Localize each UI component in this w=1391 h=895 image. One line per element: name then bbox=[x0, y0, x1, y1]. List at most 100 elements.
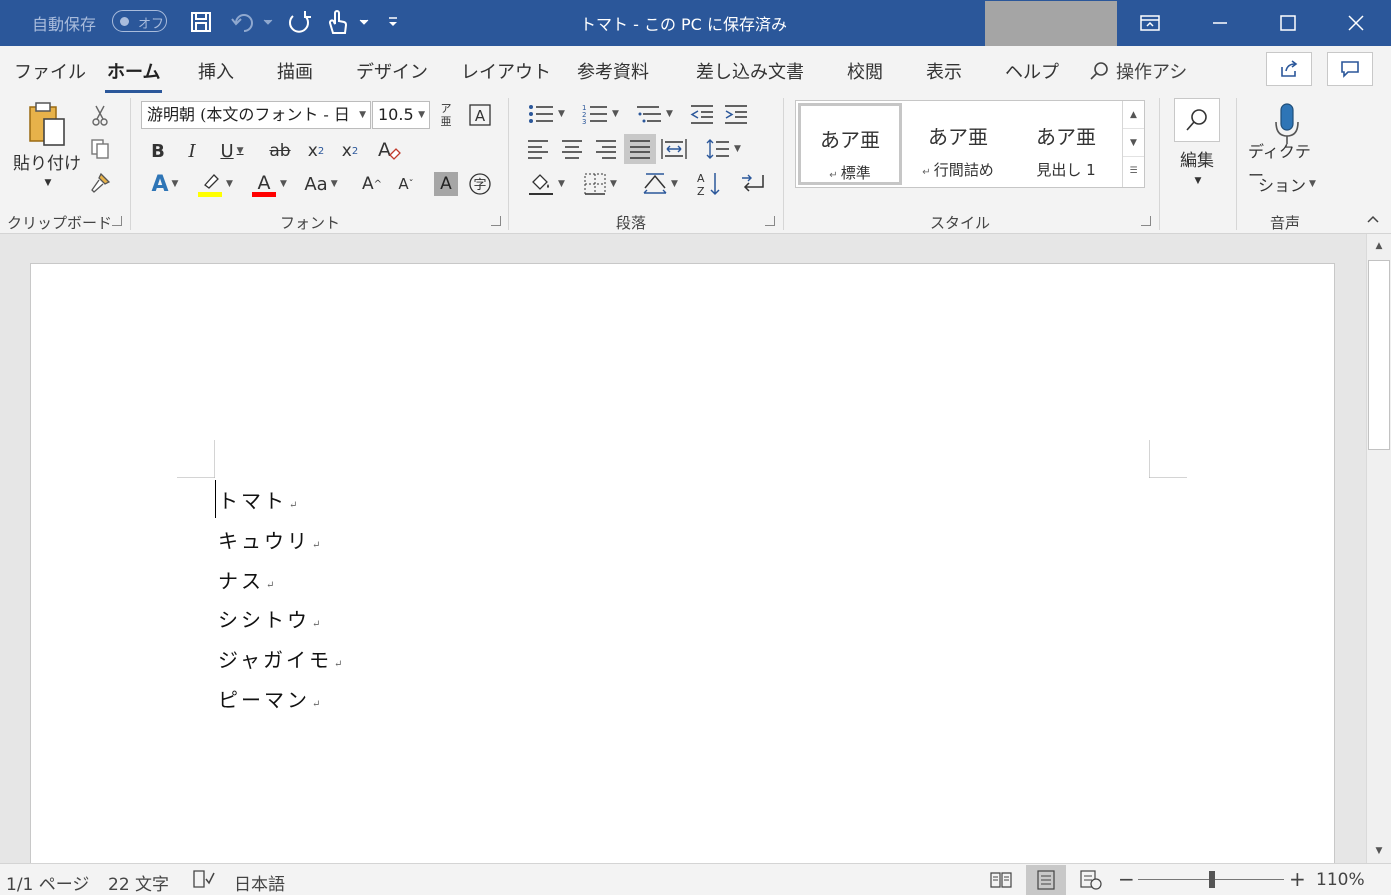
account-area[interactable] bbox=[985, 1, 1117, 46]
subscript-button[interactable]: x2 bbox=[302, 138, 330, 164]
character-shading-icon[interactable]: A bbox=[434, 172, 458, 196]
superscript-button[interactable]: x2 bbox=[336, 138, 364, 164]
font-name-combo[interactable]: 游明朝 (本文のフォント - 日 ▼ bbox=[141, 101, 371, 129]
zoom-level[interactable]: 110% bbox=[1316, 870, 1365, 890]
tab-insert[interactable]: 挿入 bbox=[198, 58, 234, 84]
styles-launcher-icon[interactable] bbox=[1141, 216, 1151, 226]
redo-icon[interactable] bbox=[284, 6, 314, 38]
paste-dropdown-arrow[interactable]: ▼ bbox=[40, 176, 56, 190]
proofing-icon[interactable] bbox=[192, 869, 216, 894]
change-case-button[interactable]: Aa ▼ bbox=[298, 170, 344, 198]
touch-mode-icon[interactable] bbox=[322, 6, 372, 38]
highlight-button[interactable]: ▼ bbox=[192, 170, 238, 198]
phonetic-guide-button[interactable]: ア 亜 bbox=[434, 100, 458, 130]
paste-label[interactable]: 貼り付け bbox=[12, 150, 82, 174]
dictate-label-line2[interactable]: ション ▼ bbox=[1252, 174, 1322, 195]
style-no-spacing[interactable]: あア亜 ↵ 行間詰め bbox=[906, 103, 1010, 185]
shrink-font-button[interactable]: Aˇ bbox=[392, 170, 420, 198]
increase-indent-icon[interactable] bbox=[720, 100, 752, 128]
editing-dropdown-arrow[interactable]: ▼ bbox=[1190, 174, 1206, 188]
clear-formatting-icon[interactable]: A bbox=[374, 136, 404, 164]
show-formatting-marks-icon[interactable] bbox=[736, 170, 770, 198]
minimize-icon[interactable] bbox=[1185, 0, 1255, 46]
asian-layout-button[interactable]: ▼ bbox=[638, 170, 682, 198]
underline-button[interactable]: U ▼ bbox=[212, 138, 252, 164]
line-spacing-button[interactable]: ▼ bbox=[700, 134, 746, 164]
bullets-button[interactable]: ▼ bbox=[522, 100, 570, 128]
borders-button[interactable]: ▼ bbox=[576, 170, 624, 198]
document-line[interactable]: シシトウ ↵ bbox=[218, 604, 320, 633]
share-button[interactable] bbox=[1266, 52, 1312, 86]
scroll-thumb[interactable] bbox=[1368, 260, 1390, 450]
autosave-toggle[interactable]: オフ bbox=[112, 10, 167, 32]
word-count[interactable]: 22 文字 bbox=[108, 870, 169, 895]
ribbon-display-options-icon[interactable] bbox=[1115, 0, 1185, 46]
italic-button[interactable]: I bbox=[180, 138, 204, 164]
tab-layout[interactable]: レイアウト bbox=[461, 58, 551, 84]
sort-icon[interactable]: AZ bbox=[692, 170, 726, 198]
text-effects-button[interactable]: A ▼ bbox=[144, 170, 186, 198]
read-mode-icon[interactable] bbox=[981, 865, 1021, 895]
styles-more-icon[interactable]: ☰ bbox=[1123, 157, 1144, 185]
grow-font-button[interactable]: A ^ bbox=[358, 170, 386, 198]
tab-design[interactable]: デザイン bbox=[356, 58, 428, 84]
customize-qat-icon[interactable] bbox=[384, 6, 402, 38]
tell-me-search[interactable]: 操作アシ bbox=[1088, 58, 1187, 84]
align-right-icon[interactable] bbox=[590, 134, 622, 164]
tab-view[interactable]: 表示 bbox=[926, 58, 962, 84]
zoom-in-icon[interactable]: + bbox=[1289, 867, 1306, 891]
document-line[interactable]: トマト ↵ bbox=[218, 485, 297, 514]
collapse-ribbon-icon[interactable] bbox=[1364, 210, 1382, 228]
document-line[interactable]: キュウリ ↵ bbox=[218, 525, 320, 554]
tab-references[interactable]: 参考資料 bbox=[577, 58, 649, 84]
styles-scroll-up-icon[interactable]: ▲ bbox=[1123, 101, 1144, 129]
justify-icon[interactable] bbox=[624, 134, 656, 164]
web-layout-icon[interactable] bbox=[1071, 865, 1111, 895]
document-line[interactable]: ナス ↵ bbox=[218, 565, 274, 594]
format-painter-icon[interactable] bbox=[86, 170, 114, 196]
zoom-slider-thumb[interactable] bbox=[1209, 871, 1215, 888]
decrease-indent-icon[interactable] bbox=[686, 100, 718, 128]
tab-file[interactable]: ファイル bbox=[14, 58, 86, 84]
font-color-button[interactable]: A ▼ bbox=[246, 170, 292, 198]
print-layout-icon[interactable] bbox=[1026, 865, 1066, 895]
copy-icon[interactable] bbox=[86, 136, 114, 162]
document-line[interactable]: ジャガイモ ↵ bbox=[218, 644, 342, 673]
style-normal[interactable]: あア亜 ↵ 標準 bbox=[798, 103, 902, 185]
paste-icon[interactable] bbox=[20, 100, 76, 148]
editing-label[interactable]: 編集 bbox=[1172, 148, 1222, 171]
character-border-icon[interactable]: A bbox=[466, 102, 494, 128]
enclose-characters-icon[interactable]: 字 bbox=[466, 170, 494, 198]
cut-icon[interactable] bbox=[86, 102, 114, 128]
styles-scroll-down-icon[interactable]: ▼ bbox=[1123, 129, 1144, 157]
vertical-scrollbar[interactable]: ▲ ▼ bbox=[1366, 234, 1391, 863]
align-center-icon[interactable] bbox=[556, 134, 588, 164]
font-size-combo[interactable]: 10.5 ▼ bbox=[372, 101, 430, 129]
scroll-up-icon[interactable]: ▲ bbox=[1367, 234, 1391, 258]
clipboard-launcher-icon[interactable] bbox=[112, 216, 122, 226]
save-icon[interactable] bbox=[186, 6, 216, 38]
zoom-out-icon[interactable]: − bbox=[1118, 867, 1135, 891]
undo-icon[interactable] bbox=[228, 6, 276, 38]
dictate-label-line1[interactable]: ディクテー bbox=[1248, 142, 1326, 185]
find-icon[interactable] bbox=[1174, 98, 1220, 142]
paragraph-launcher-icon[interactable] bbox=[765, 216, 775, 226]
scroll-down-icon[interactable]: ▼ bbox=[1367, 839, 1391, 863]
tab-home[interactable]: ホーム bbox=[104, 58, 163, 93]
bold-button[interactable]: B bbox=[146, 138, 170, 164]
language-label[interactable]: 日本語 bbox=[234, 870, 285, 895]
document-line[interactable]: ピーマン ↵ bbox=[218, 684, 320, 713]
strikethrough-button[interactable]: ab bbox=[266, 138, 294, 164]
comments-button[interactable] bbox=[1327, 52, 1373, 86]
shading-button[interactable]: ▼ bbox=[522, 170, 570, 198]
tab-draw[interactable]: 描画 bbox=[277, 58, 313, 84]
page-count[interactable]: 1/1 ページ bbox=[6, 870, 89, 895]
tab-mailings[interactable]: 差し込み文書 bbox=[696, 58, 804, 84]
distributed-icon[interactable] bbox=[658, 134, 690, 164]
align-left-icon[interactable] bbox=[522, 134, 554, 164]
multilevel-list-button[interactable]: ▼ bbox=[630, 100, 678, 128]
font-launcher-icon[interactable] bbox=[491, 216, 501, 226]
style-heading-1[interactable]: あア亜 見出し 1 bbox=[1014, 103, 1118, 185]
tab-review[interactable]: 校閲 bbox=[847, 58, 883, 84]
tab-help[interactable]: ヘルプ bbox=[1005, 58, 1059, 84]
